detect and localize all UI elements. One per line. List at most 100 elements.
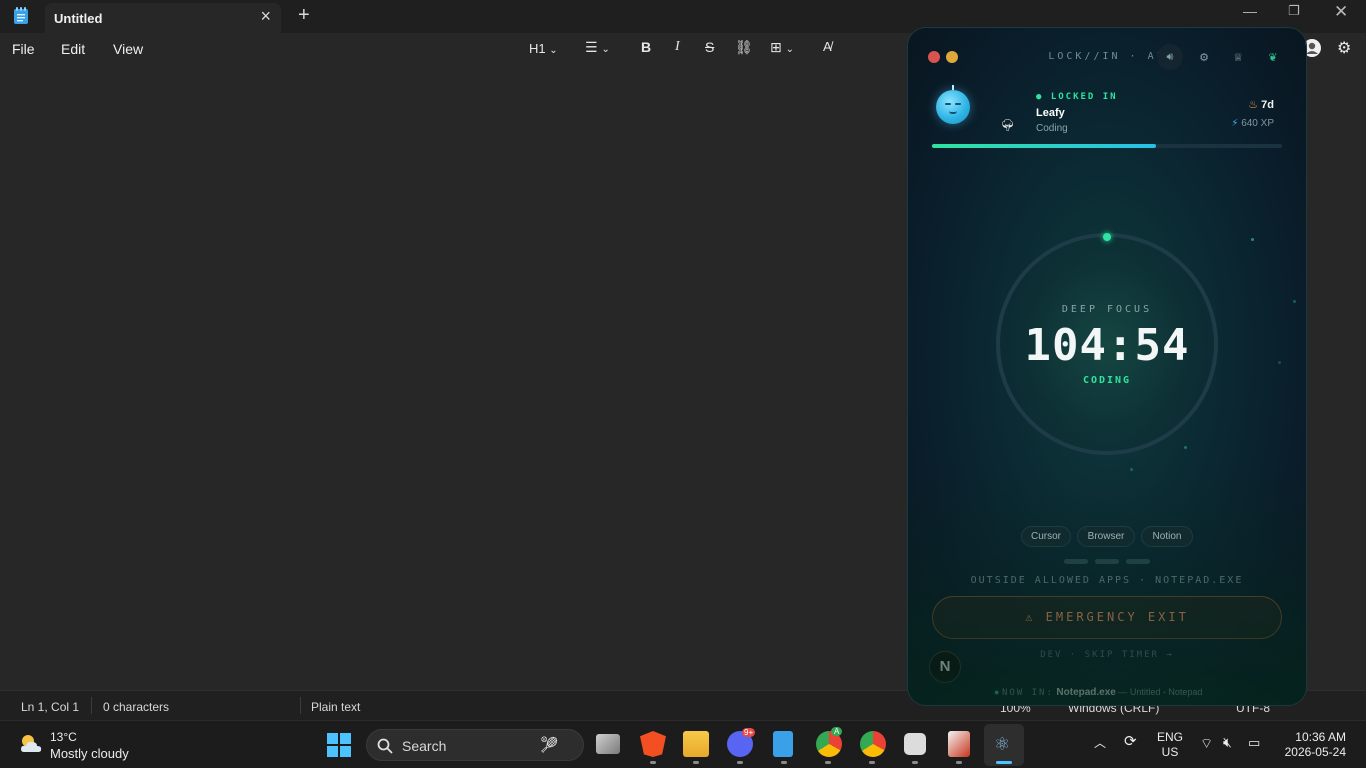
battery-icon[interactable]: ▭ bbox=[1248, 735, 1260, 751]
cloud-sun-icon[interactable] bbox=[18, 732, 44, 756]
italic-icon[interactable]: I bbox=[675, 39, 680, 55]
close-window-icon[interactable]: ✕ bbox=[1334, 2, 1348, 22]
running-indicator bbox=[912, 761, 918, 764]
minimize-icon[interactable]: — bbox=[1243, 3, 1257, 19]
page-indicator bbox=[1064, 559, 1088, 564]
status-divider bbox=[91, 697, 92, 714]
session-progress-bar bbox=[932, 144, 1282, 148]
settings-icon[interactable]: ⚙ bbox=[1191, 44, 1217, 70]
mute-icon[interactable]: 🔇︎ bbox=[1223, 734, 1232, 751]
trophy-icon[interactable]: ♕ bbox=[1225, 44, 1251, 70]
tab-untitled[interactable]: Untitled × bbox=[45, 3, 281, 33]
xp-value: 640 XP bbox=[1241, 118, 1274, 129]
chevron-up-icon[interactable]: ︿ bbox=[1094, 734, 1106, 751]
outside-apps-warning: OUTSIDE ALLOWED APPS · NOTEPAD.EXE bbox=[970, 575, 1244, 586]
language-indicator[interactable]: ENG US bbox=[1156, 730, 1184, 760]
particle bbox=[1130, 468, 1133, 471]
sync-icon[interactable]: ⟳ bbox=[1124, 732, 1137, 750]
plant-icon: 🌳︎ bbox=[1000, 118, 1016, 132]
file-explorer-icon[interactable] bbox=[683, 731, 709, 757]
windows-start-icon[interactable] bbox=[327, 733, 351, 757]
chrome-icon[interactable] bbox=[860, 731, 886, 757]
notepad-taskbar-icon[interactable] bbox=[773, 731, 793, 757]
strikethrough-icon[interactable]: S bbox=[705, 39, 714, 55]
skip-timer-link[interactable]: DEV · SKIP TIMER → bbox=[908, 650, 1306, 660]
system-clock[interactable]: 10:36 AM 2026-05-24 bbox=[1282, 730, 1346, 760]
search-icon bbox=[377, 738, 393, 754]
active-indicator bbox=[996, 761, 1012, 764]
settings-gear-icon[interactable]: ⚙ bbox=[1337, 38, 1351, 58]
countdown-timer: 104:54 bbox=[1024, 320, 1190, 371]
clock-time: 10:36 AM bbox=[1295, 730, 1346, 744]
bolt-icon: ⚡︎ bbox=[1231, 118, 1239, 129]
list-icon: ☰ bbox=[585, 39, 598, 55]
pet-activity: Coding bbox=[1036, 123, 1068, 134]
new-tab-icon[interactable]: + bbox=[298, 5, 310, 25]
particle bbox=[1293, 300, 1296, 303]
status-dot-icon: ● bbox=[994, 687, 1000, 697]
flame-icon: ♨ bbox=[1248, 99, 1259, 111]
allowed-app-cursor[interactable]: Cursor bbox=[1021, 526, 1071, 547]
emergency-exit-button[interactable]: ⚠ EMERGENCY EXIT bbox=[932, 596, 1282, 639]
electron-app-icon[interactable]: ⚛ bbox=[994, 734, 1010, 755]
weather-description[interactable]: Mostly cloudy bbox=[50, 746, 129, 761]
focus-category: CODING bbox=[1082, 375, 1132, 386]
chevron-down-icon: ⌄ bbox=[601, 44, 610, 55]
discord-notification-badge: 9+ bbox=[742, 728, 756, 737]
list-dropdown[interactable]: ☰ ⌄ bbox=[585, 39, 610, 56]
now-in-app: Notepad.exe bbox=[1056, 687, 1116, 698]
clear-formatting-icon[interactable]: A̸ bbox=[823, 39, 832, 54]
sound-icon[interactable]: 🔊︎ bbox=[1157, 44, 1183, 70]
table-dropdown[interactable]: ⊞ ⌄ bbox=[770, 39, 794, 56]
taskbar: 13°C Mostly cloudy Search 🎾︎ 9+ A ⚛ ︿ ⟳ … bbox=[0, 720, 1366, 768]
pet-name: Leafy bbox=[1036, 107, 1065, 119]
now-in-indicator: ● NOW IN: Notepad.exe — Untitled - Notep… bbox=[994, 687, 1202, 698]
region-code: US bbox=[1161, 745, 1179, 759]
now-in-label: NOW IN: bbox=[1001, 688, 1054, 698]
running-indicator bbox=[869, 761, 875, 764]
bold-icon[interactable]: B bbox=[641, 39, 651, 55]
warning-icon: ⚠ bbox=[1025, 610, 1036, 624]
close-tab-icon[interactable]: × bbox=[260, 7, 271, 25]
task-view-icon[interactable] bbox=[596, 734, 620, 754]
snipping-tool-icon[interactable] bbox=[948, 731, 970, 757]
menu-edit[interactable]: Edit bbox=[61, 41, 85, 57]
tennis-icon: 🎾︎ bbox=[539, 737, 560, 754]
timer-ring-indicator bbox=[1103, 233, 1111, 241]
running-indicator bbox=[650, 761, 656, 764]
page-indicator bbox=[1095, 559, 1119, 564]
xp-count: ⚡︎ 640 XP bbox=[1231, 118, 1274, 129]
restore-icon[interactable]: ❐ bbox=[1288, 3, 1300, 19]
allowed-app-browser[interactable]: Browser bbox=[1077, 526, 1135, 547]
wifi-icon[interactable]: ⌔ bbox=[1200, 735, 1213, 753]
running-indicator bbox=[737, 761, 743, 764]
weather-temperature[interactable]: 13°C bbox=[50, 730, 77, 744]
brave-browser-icon[interactable] bbox=[640, 731, 666, 757]
menu-view[interactable]: View bbox=[113, 41, 143, 57]
running-indicator bbox=[825, 761, 831, 764]
character-count: 0 characters bbox=[103, 700, 170, 714]
now-in-window: — Untitled - Notepad bbox=[1118, 687, 1203, 697]
link-icon[interactable]: ⛓ bbox=[735, 39, 753, 56]
menu-file[interactable]: File bbox=[12, 41, 35, 57]
chrome-profile-badge: A bbox=[831, 727, 843, 736]
chevron-down-icon: ⌄ bbox=[549, 45, 558, 56]
clock-date: 2026-05-24 bbox=[1284, 745, 1346, 759]
heading-dropdown[interactable]: H1 ⌄ bbox=[529, 41, 558, 56]
leaf-icon[interactable]: ❦ bbox=[1260, 44, 1286, 70]
cube-app-icon[interactable] bbox=[904, 733, 926, 755]
locked-in-status: ● LOCKED IN bbox=[1036, 92, 1118, 102]
avatar-eye bbox=[955, 103, 961, 105]
format-mode[interactable]: Plain text bbox=[311, 700, 360, 714]
allowed-app-notion[interactable]: Notion bbox=[1141, 526, 1193, 547]
n-badge[interactable]: N bbox=[929, 651, 961, 683]
avatar-mouth bbox=[949, 111, 957, 114]
particle bbox=[1184, 446, 1187, 449]
language-code: ENG bbox=[1156, 730, 1183, 744]
pet-avatar[interactable] bbox=[936, 85, 970, 124]
page-indicator bbox=[1126, 559, 1150, 564]
taskbar-search[interactable]: Search 🎾︎ bbox=[366, 729, 584, 761]
status-divider bbox=[300, 697, 301, 714]
focus-mode-label: DEEP FOCUS bbox=[1061, 304, 1153, 315]
session-progress-fill bbox=[932, 144, 1156, 148]
